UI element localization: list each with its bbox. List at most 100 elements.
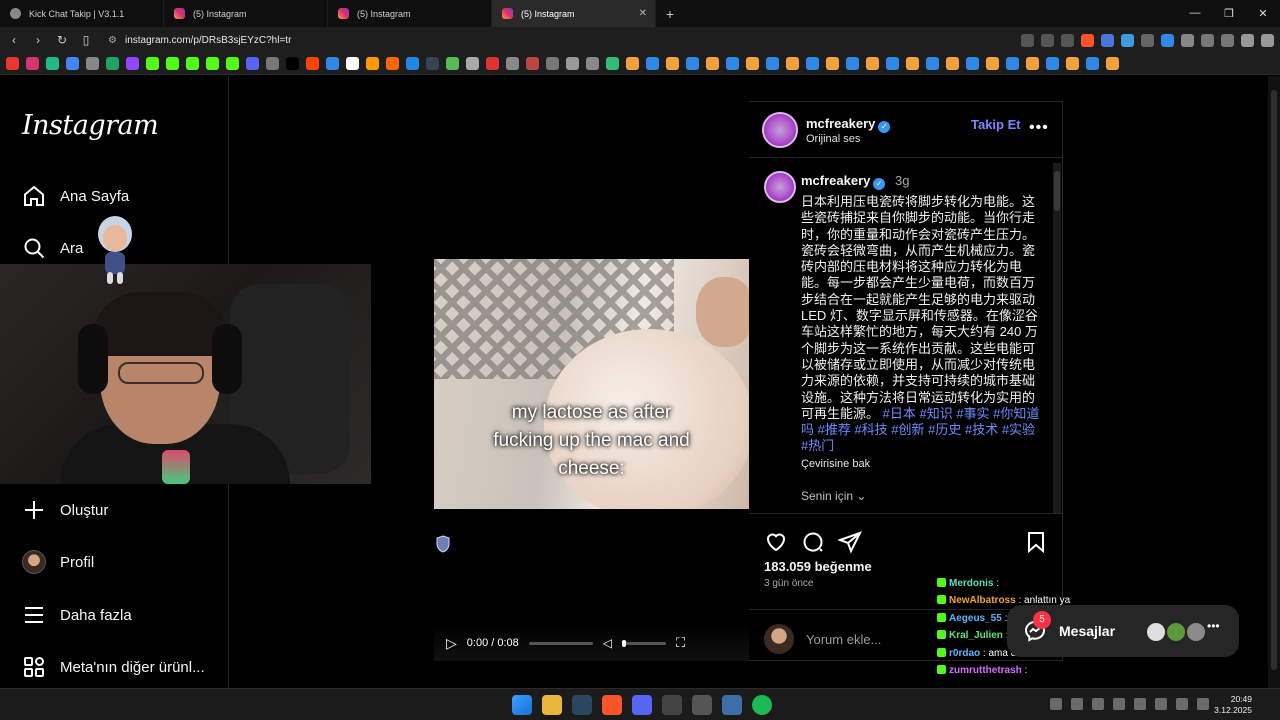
nav-meta-products[interactable]: Meta'nın diğer ürünl...: [22, 655, 205, 679]
minimize-button[interactable]: —: [1178, 7, 1212, 20]
bookmark-favicon[interactable]: [746, 57, 759, 70]
bookmark-favicon[interactable]: [306, 57, 319, 70]
bookmark-favicon[interactable]: [626, 57, 639, 70]
windows-start-icon[interactable]: [512, 695, 532, 715]
bookmark-favicon[interactable]: [786, 57, 799, 70]
bookmark-favicon[interactable]: [906, 57, 919, 70]
tray-icon[interactable]: [1092, 698, 1104, 710]
bookmark-favicon[interactable]: [1006, 57, 1019, 70]
brave-shield-icon[interactable]: [1081, 33, 1094, 47]
caption-author-avatar[interactable]: [764, 171, 796, 203]
author-avatar[interactable]: [762, 112, 798, 148]
brave-icon[interactable]: [602, 695, 622, 715]
tray-icon[interactable]: [1134, 698, 1146, 710]
messages-button[interactable]: 5 Mesajlar •••: [1007, 605, 1239, 657]
bookmark-favicon[interactable]: [6, 57, 19, 70]
bookmark-favicon[interactable]: [866, 57, 879, 70]
bookmark-favicon[interactable]: [206, 57, 219, 70]
extension-icon[interactable]: [1161, 33, 1174, 47]
bookmark-favicon[interactable]: [46, 57, 59, 70]
save-icon[interactable]: [1024, 530, 1048, 554]
sidebar-icon[interactable]: [1221, 33, 1234, 47]
tray-icon[interactable]: [1176, 698, 1188, 710]
bookmark-favicon[interactable]: [86, 57, 99, 70]
bookmark-favicon[interactable]: [726, 57, 739, 70]
bookmark-favicon[interactable]: [186, 57, 199, 70]
bookmark-favicon[interactable]: [266, 57, 279, 70]
spotify-icon[interactable]: [752, 695, 772, 715]
bookmark-favicon[interactable]: [226, 57, 239, 70]
puzzle-icon[interactable]: [1201, 33, 1214, 47]
bookmark-favicon[interactable]: [806, 57, 819, 70]
instagram-logo[interactable]: Instagram: [22, 110, 159, 141]
share-icon[interactable]: [1061, 33, 1074, 47]
close-tab-icon[interactable]: ✕: [639, 8, 647, 19]
app-icon[interactable]: [722, 695, 742, 715]
restore-button[interactable]: ❐: [1212, 7, 1246, 20]
bookmark-favicon[interactable]: [466, 57, 479, 70]
tab-instagram-1[interactable]: (5) Instagram: [164, 0, 328, 27]
menu-icon[interactable]: [1261, 33, 1274, 47]
bookmark-favicon[interactable]: [446, 57, 459, 70]
reel-video[interactable]: my lactose as after fucking up the mac a…: [434, 101, 749, 661]
bookmark-favicon[interactable]: [166, 57, 179, 70]
bookmark-favicon[interactable]: [366, 57, 379, 70]
tray-icon[interactable]: [1197, 698, 1209, 710]
nav-create[interactable]: Oluştur: [22, 498, 108, 522]
comment-icon[interactable]: [801, 530, 825, 554]
tab-instagram-2[interactable]: (5) Instagram: [328, 0, 492, 27]
progress-bar[interactable]: [528, 641, 593, 645]
bookmark-favicon[interactable]: [1106, 57, 1119, 70]
bookmark-favicon[interactable]: [926, 57, 939, 70]
file-explorer-icon[interactable]: [542, 695, 562, 715]
see-translation-link[interactable]: Çevirisine bak: [801, 458, 870, 470]
bookmark-favicon[interactable]: [1066, 57, 1079, 70]
app-icon[interactable]: [662, 695, 682, 715]
close-window-button[interactable]: ✕: [1246, 7, 1280, 20]
extension-icon[interactable]: [1121, 33, 1134, 47]
like-count[interactable]: 183.059 beğenme: [764, 559, 872, 574]
play-icon[interactable]: ▷: [446, 635, 457, 652]
bookmark-favicon[interactable]: [986, 57, 999, 70]
reload-button[interactable]: ↻: [54, 33, 70, 47]
tab-kick-chat[interactable]: Kick Chat Takip | V3.1.1: [0, 0, 164, 27]
extension-icon[interactable]: [1141, 33, 1154, 47]
comments-scrollbar[interactable]: [1053, 163, 1061, 513]
bookmark-favicon[interactable]: [846, 57, 859, 70]
volume-slider[interactable]: [622, 639, 667, 647]
bookmark-favicon[interactable]: [406, 57, 419, 70]
extension-icon[interactable]: [1101, 33, 1114, 47]
bookmark-favicon[interactable]: [1046, 57, 1059, 70]
bookmark-favicon[interactable]: [486, 57, 499, 70]
app-icon[interactable]: [692, 695, 712, 715]
tray-icon[interactable]: [1071, 698, 1083, 710]
bookmark-favicon[interactable]: [326, 57, 339, 70]
site-info-icon[interactable]: ⚙: [108, 35, 117, 46]
tab-instagram-active[interactable]: (5) Instagram ✕: [492, 0, 656, 27]
bookmark-favicon[interactable]: [686, 57, 699, 70]
bookmark-favicon[interactable]: [106, 57, 119, 70]
bookmark-favicon[interactable]: [526, 57, 539, 70]
steam-icon[interactable]: [572, 695, 592, 715]
bookmark-favicon[interactable]: [946, 57, 959, 70]
page-scrollbar[interactable]: [1268, 76, 1280, 688]
bookmark-favicon[interactable]: [966, 57, 979, 70]
bookmark-favicon[interactable]: [386, 57, 399, 70]
bookmark-favicon[interactable]: [506, 57, 519, 70]
zoom-icon[interactable]: [1041, 33, 1054, 47]
author-username[interactable]: mcfreakery ✓: [806, 116, 891, 133]
bookmark-favicon[interactable]: [566, 57, 579, 70]
heart-icon[interactable]: [764, 530, 788, 554]
bookmark-favicon[interactable]: [1086, 57, 1099, 70]
bookmark-favicon[interactable]: [826, 57, 839, 70]
volume-icon[interactable]: ◁: [603, 636, 612, 650]
nav-search[interactable]: Ara: [22, 236, 83, 260]
bookmark-favicon[interactable]: [426, 57, 439, 70]
tray-icon[interactable]: [1050, 698, 1062, 710]
follow-button[interactable]: Takip Et: [971, 117, 1021, 132]
bookmark-favicon[interactable]: [146, 57, 159, 70]
more-icon[interactable]: •••: [1207, 619, 1220, 633]
bookmark-favicon[interactable]: [646, 57, 659, 70]
cast-icon[interactable]: [1021, 33, 1034, 47]
nav-profile[interactable]: Profil: [22, 550, 94, 574]
